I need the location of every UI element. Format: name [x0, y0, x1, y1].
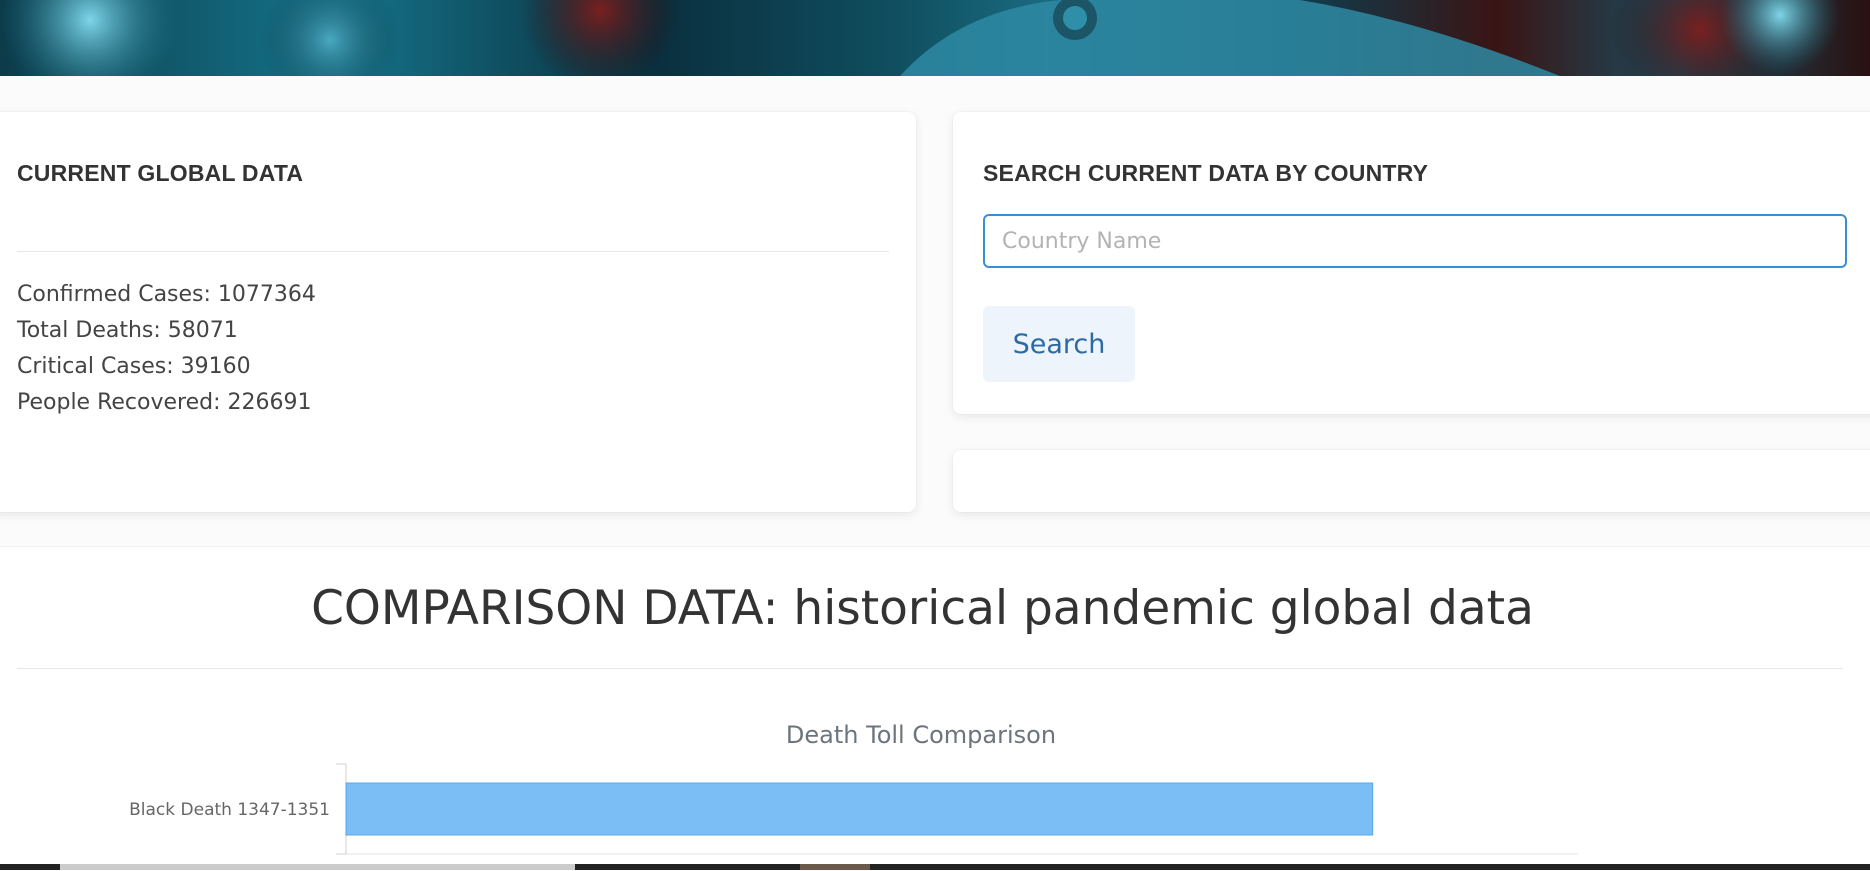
bottom-scrollbar[interactable]	[0, 864, 1870, 870]
page-body: CURRENT GLOBAL DATA Confirmed Cases: 107…	[0, 76, 1870, 871]
virus-banner-image	[0, 0, 1840, 76]
taskbar-item	[800, 864, 870, 870]
death-toll-chart: Death Toll Comparison Black Death 1347-1…	[129, 721, 1578, 855]
chart-category-label: Black Death 1347-1351	[129, 800, 330, 820]
chart-title: Death Toll Comparison	[786, 721, 1056, 749]
scrollbar-thumb[interactable]	[60, 864, 575, 870]
chart-bar[interactable]	[345, 782, 1374, 836]
header-banner	[0, 0, 1870, 76]
